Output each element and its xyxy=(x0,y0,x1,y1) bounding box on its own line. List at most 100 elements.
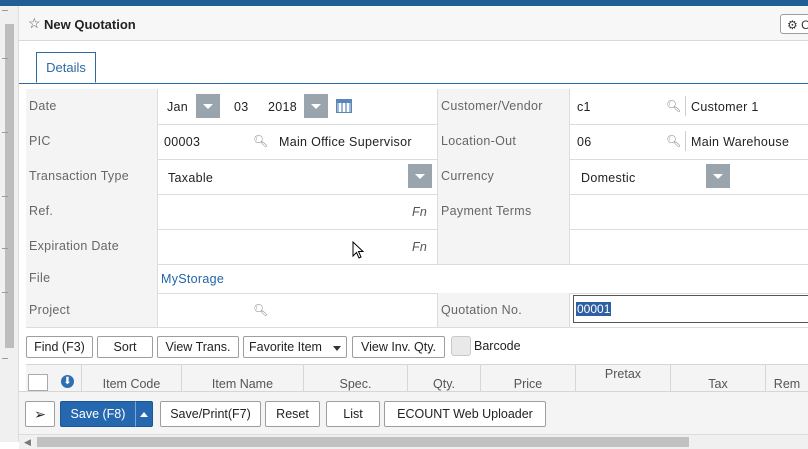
year-dropdown-icon[interactable] xyxy=(304,94,328,118)
grid-toolbar: Find (F3) Sort View Trans. Favorite Item… xyxy=(26,336,808,360)
left-scrollbar[interactable] xyxy=(0,6,19,442)
options-button[interactable]: ⚙ O xyxy=(780,14,808,34)
search-icon[interactable]: 🔍︎ xyxy=(666,134,682,148)
save-button[interactable]: Save (F8) xyxy=(60,401,136,427)
form-row-transaction: Transaction Type Taxable Currency Domest… xyxy=(26,159,808,195)
gear-icon: ⚙ xyxy=(787,18,798,32)
page-header: ☆ New Quotation ⚙ O xyxy=(19,6,808,41)
scroll-tick xyxy=(2,196,8,197)
divider xyxy=(685,131,686,151)
fn-button[interactable]: Fn xyxy=(412,240,427,254)
ref-label: Ref. xyxy=(26,194,158,229)
currency-value: Domestic xyxy=(581,171,636,185)
scroll-left-icon[interactable]: ◀ xyxy=(24,437,31,448)
sort-button[interactable]: Sort xyxy=(97,336,153,358)
scroll-thumb[interactable] xyxy=(5,24,14,348)
col-spec[interactable]: Spec. xyxy=(304,365,408,391)
select-all-checkbox[interactable] xyxy=(28,374,48,391)
col-spec-label: Spec. xyxy=(339,377,372,391)
reset-button[interactable]: Reset xyxy=(265,401,320,427)
currency-label: Currency xyxy=(438,159,570,194)
bottom-action-bar: ➢ Save (F8) Save/Print(F7) Reset List EC… xyxy=(19,391,808,434)
horizontal-scrollbar[interactable]: ◀ xyxy=(19,434,808,449)
chevron-down-icon[interactable] xyxy=(408,164,432,188)
form-row-ref: Ref. Fn Payment Terms xyxy=(26,194,808,230)
location-code[interactable]: 06 xyxy=(577,135,592,149)
list-button[interactable]: List xyxy=(326,401,380,427)
star-icon[interactable]: ☆ xyxy=(28,15,41,32)
quotation-no-input[interactable]: 00001 xyxy=(573,295,808,323)
expiration-date-field[interactable]: Fn xyxy=(158,229,438,264)
col-tax-label: Tax xyxy=(708,377,728,391)
payment-terms-field[interactable] xyxy=(570,194,808,229)
col-pretax[interactable]: Pretax xyxy=(576,365,671,391)
scroll-tick xyxy=(2,132,8,133)
send-icon[interactable]: ➢ xyxy=(25,401,55,427)
tab-details[interactable]: Details xyxy=(36,52,96,83)
col-price[interactable]: Price xyxy=(481,365,576,391)
date-label: Date xyxy=(26,89,158,124)
scroll-tick xyxy=(2,358,8,359)
pic-field[interactable]: 00003 🔍︎ Main Office Supervisor xyxy=(158,124,438,159)
col-item-name-label: Item Name xyxy=(211,377,274,391)
arrow-down-circle-icon[interactable]: ⬇ xyxy=(61,375,74,388)
scroll-tick xyxy=(2,10,8,11)
transaction-type-select[interactable]: Taxable xyxy=(158,159,438,194)
find-button[interactable]: Find (F3) xyxy=(26,336,93,358)
col-remarks-label: Rem xyxy=(773,377,801,391)
ref-field[interactable]: Fn xyxy=(158,194,438,229)
col-price-label: Price xyxy=(513,377,543,391)
empty-label xyxy=(438,229,570,264)
date-year[interactable]: 2018 xyxy=(268,100,297,114)
search-icon[interactable]: 🔍︎ xyxy=(666,99,682,113)
date-field: Jan 03 2018 xyxy=(158,89,438,124)
location-out-field[interactable]: 06 🔍︎ Main Warehouse xyxy=(570,124,808,159)
col-qty[interactable]: Qty. xyxy=(408,365,481,391)
col-remarks[interactable]: Rem xyxy=(766,365,808,391)
payment-terms-label: Payment Terms xyxy=(438,194,570,229)
view-trans-button[interactable]: View Trans. xyxy=(157,336,239,358)
calendar-icon[interactable] xyxy=(336,99,352,113)
options-label: O xyxy=(801,18,808,32)
customer-code[interactable]: c1 xyxy=(577,100,591,114)
save-print-button[interactable]: Save/Print(F7) xyxy=(160,401,261,427)
date-day[interactable]: 03 xyxy=(234,100,249,114)
favorite-item-button[interactable]: Favorite Item xyxy=(243,336,347,358)
col-item-name[interactable]: Item Name xyxy=(182,365,304,391)
col-pretax-label: Pretax xyxy=(604,367,642,381)
mystorage-link[interactable]: MyStorage xyxy=(161,272,224,286)
date-month[interactable]: Jan xyxy=(167,100,188,114)
horizontal-scroll-thumb[interactable] xyxy=(37,437,689,447)
barcode-checkbox[interactable] xyxy=(451,336,471,356)
caret-up-icon xyxy=(140,412,148,417)
search-icon[interactable]: 🔍︎ xyxy=(253,134,269,148)
expand-cell: ⬇ xyxy=(56,365,82,391)
pic-label: PIC xyxy=(26,124,158,159)
project-field[interactable]: 🔍︎ xyxy=(158,293,438,327)
file-field: MyStorage xyxy=(158,264,808,293)
customer-label: Customer/Vendor xyxy=(438,89,570,124)
customer-field[interactable]: c1 🔍︎ Customer 1 xyxy=(570,89,808,124)
view-inv-qty-button[interactable]: View Inv. Qty. xyxy=(352,336,445,358)
scroll-tick xyxy=(2,292,8,293)
location-out-label: Location-Out xyxy=(438,124,570,159)
form-row-project: Project 🔍︎ Quotation No. 00001 xyxy=(26,293,808,328)
search-icon[interactable]: 🔍︎ xyxy=(253,303,269,317)
favorite-item-label: Favorite Item xyxy=(249,340,322,354)
pic-code[interactable]: 00003 xyxy=(164,135,200,149)
save-menu-button[interactable] xyxy=(135,401,153,427)
web-uploader-button[interactable]: ECOUNT Web Uploader xyxy=(384,401,546,427)
scroll-tick xyxy=(2,248,8,249)
fn-button[interactable]: Fn xyxy=(412,205,427,219)
project-label: Project xyxy=(26,293,158,327)
month-dropdown-icon[interactable] xyxy=(196,94,220,118)
divider xyxy=(685,96,686,116)
currency-select[interactable]: Domestic xyxy=(570,159,808,194)
col-qty-label: Qty. xyxy=(433,377,455,391)
chevron-down-icon[interactable] xyxy=(706,164,730,188)
select-all-cell xyxy=(26,365,56,391)
col-item-code[interactable]: Item Code xyxy=(82,365,182,391)
col-tax[interactable]: Tax xyxy=(671,365,766,391)
tab-bar: Details xyxy=(19,41,808,84)
col-item-code-label: Item Code xyxy=(102,377,161,391)
